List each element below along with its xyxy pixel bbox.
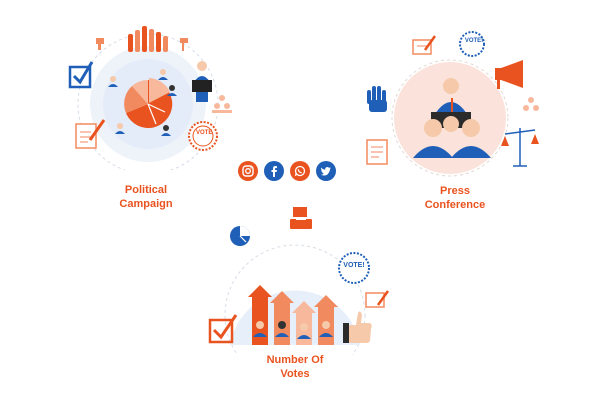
votes-vote-badge-label: VOTE! — [343, 262, 365, 269]
instagram-icon[interactable] — [238, 161, 258, 181]
number-of-votes-caption: Number Of Votes — [253, 353, 337, 381]
group-pyramid-icon — [523, 97, 539, 111]
press-conference-caption-line2: Conference — [424, 199, 486, 211]
twitter-icon[interactable] — [316, 161, 336, 181]
whatsapp-icon[interactable] — [290, 161, 310, 181]
clipboard-pencil-icon — [412, 35, 437, 55]
political-campaign-caption: Political Campaign — [104, 183, 188, 211]
group-pyramid-icon — [212, 95, 232, 113]
megaphone-icon — [495, 60, 523, 89]
number-of-votes-caption-line2: Votes — [280, 368, 310, 380]
checkbox-icon — [208, 314, 238, 344]
press-conference-caption: Press Conference — [413, 184, 497, 212]
number-of-votes-illustration — [208, 207, 390, 355]
vote-stamp-label: VOTE — [196, 130, 213, 136]
press-conference-caption-line1: Press — [440, 185, 470, 197]
political-campaign-caption-line2: Campaign — [119, 198, 173, 210]
document-icon — [366, 139, 388, 165]
political-campaign-caption-line1: Political — [124, 184, 168, 196]
scales-icon — [501, 128, 539, 167]
thumbs-up-icon — [343, 311, 372, 343]
pie-clock-icon — [230, 226, 250, 246]
blue-hand-icon — [367, 86, 387, 112]
political-campaign-illustration — [68, 26, 232, 170]
facebook-icon[interactable] — [264, 161, 284, 181]
clipboard-pencil-icon — [365, 290, 390, 308]
ballot-hand-icon — [290, 207, 312, 229]
number-of-votes-caption-line1: Number Of — [266, 354, 324, 366]
press-conference-illustration — [366, 31, 539, 177]
social-icons-row — [238, 161, 336, 181]
press-vote-badge-label: VOTE! — [464, 38, 484, 44]
